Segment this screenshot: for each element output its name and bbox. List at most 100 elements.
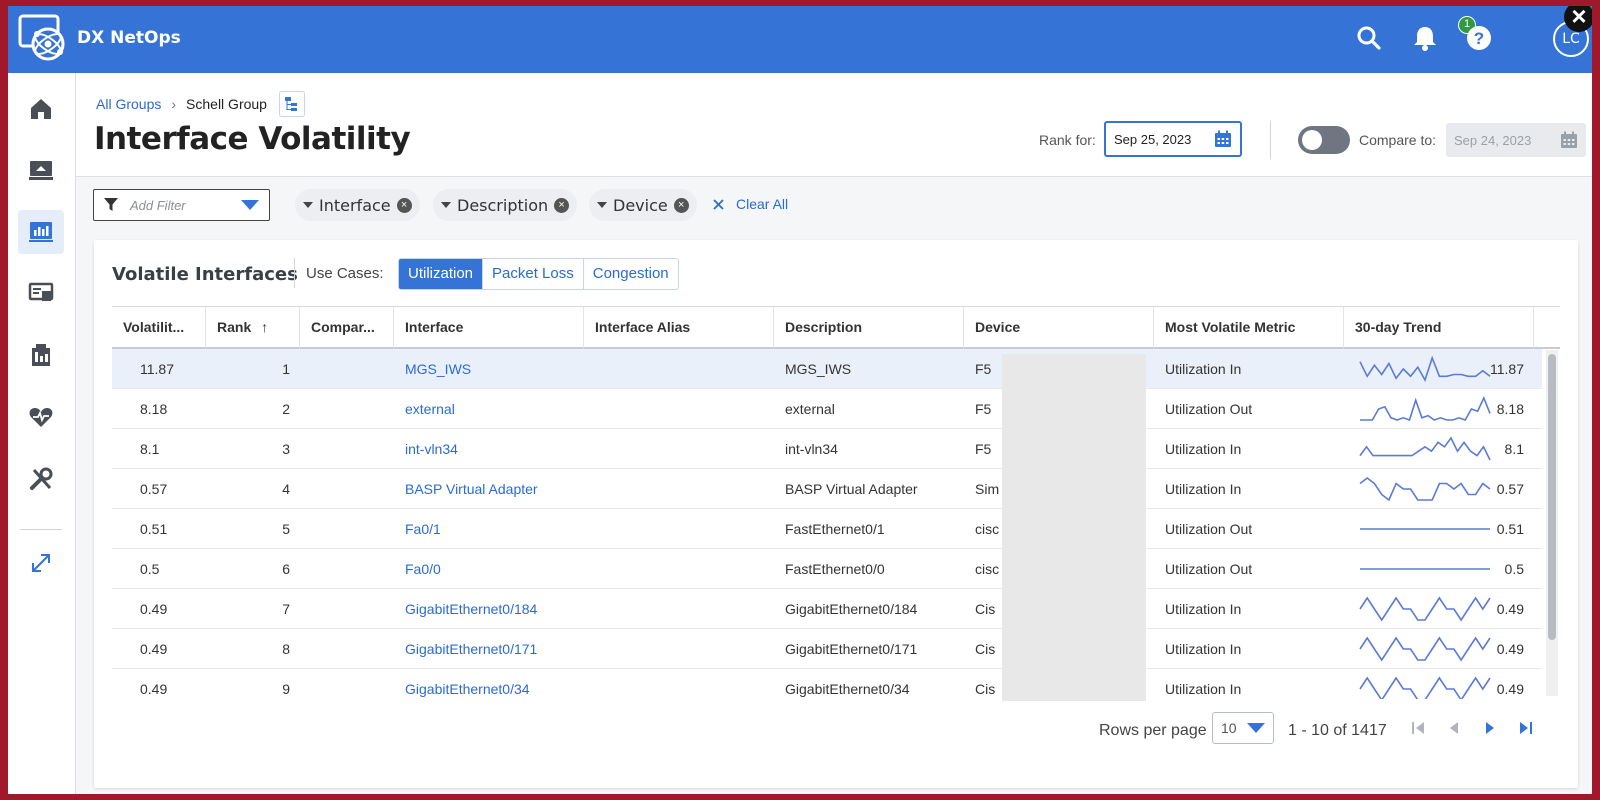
sidebar-item-monitor[interactable] bbox=[18, 149, 64, 193]
close-icon[interactable]: × bbox=[1564, 6, 1592, 32]
sparkline-path bbox=[1359, 676, 1491, 699]
column-header-description[interactable]: Description bbox=[774, 307, 964, 348]
use-case-utilization[interactable]: Utilization bbox=[399, 259, 483, 289]
trend-sparkline bbox=[1359, 596, 1491, 622]
cell-interface[interactable]: Fa0/1 bbox=[405, 509, 441, 549]
card-divider bbox=[294, 258, 295, 288]
clear-icon[interactable]: × bbox=[673, 197, 689, 213]
sidebar-item-dashboards[interactable] bbox=[18, 210, 64, 254]
help-icon[interactable]: ? bbox=[1464, 23, 1494, 53]
column-header-volatility[interactable]: Volatilit... bbox=[112, 307, 206, 348]
sidebar-item-reports[interactable] bbox=[18, 271, 64, 315]
page-title: Interface Volatility bbox=[94, 121, 411, 157]
sparkline-path bbox=[1359, 596, 1491, 622]
search-icon[interactable] bbox=[1354, 23, 1384, 53]
last-page-icon[interactable] bbox=[1516, 718, 1536, 738]
cell-interface[interactable]: external bbox=[405, 389, 455, 429]
trend-sparkline bbox=[1360, 568, 1490, 570]
prev-page-icon[interactable] bbox=[1444, 718, 1464, 738]
cell-description: MGS_IWS bbox=[785, 361, 852, 377]
column-header-rank[interactable]: Rank ↑ bbox=[206, 307, 300, 348]
column-header-trend[interactable]: 30-day Trend bbox=[1344, 307, 1534, 348]
rank-date-input[interactable]: Sep 25, 2023 bbox=[1104, 121, 1242, 157]
column-header-device[interactable]: Device bbox=[964, 307, 1154, 348]
cell-interface[interactable]: MGS_IWS bbox=[405, 349, 471, 389]
calendar-icon[interactable] bbox=[1214, 130, 1232, 148]
cell-volatility: 0.49 bbox=[140, 641, 168, 657]
bell-icon[interactable] bbox=[1410, 23, 1440, 53]
cell-interface[interactable]: BASP Virtual Adapter bbox=[405, 469, 538, 509]
cell-volatility: 0.5 bbox=[140, 561, 160, 577]
sidebar-item-health[interactable] bbox=[18, 395, 64, 439]
cell-description: GigabitEthernet0/34 bbox=[785, 681, 910, 697]
compare-date-input: Sep 24, 2023 bbox=[1446, 123, 1586, 157]
sparkline-path bbox=[1359, 436, 1491, 461]
clear-all-button[interactable]: Clear All bbox=[713, 196, 788, 212]
cell-metric: Utilization In bbox=[1165, 441, 1242, 457]
breadcrumb: All Groups › Schell Group bbox=[96, 91, 305, 117]
add-filter-placeholder: Add Filter bbox=[130, 197, 186, 213]
filter-chip-interface[interactable]: Interface × bbox=[295, 189, 420, 221]
cell-rank: 3 bbox=[282, 441, 290, 457]
calendar-icon bbox=[1561, 131, 1577, 148]
table-row[interactable]: 0.49 8 GigabitEthernet0/171 GigabitEthernet… bbox=[112, 629, 1542, 669]
breadcrumb-all-groups[interactable]: All Groups bbox=[96, 96, 161, 112]
redacted-device-area bbox=[1002, 354, 1146, 701]
table-row[interactable]: 0.49 7 GigabitEthernet0/184 GigabitEthernet… bbox=[112, 589, 1542, 629]
column-header-interface-alias[interactable]: Interface Alias bbox=[584, 307, 774, 348]
table-row[interactable]: 8.1 3 int-vln34 int-vln34 F5 Utilization In 8.… bbox=[112, 429, 1542, 469]
cell-volatility: 8.1 bbox=[140, 441, 160, 457]
table-row[interactable]: 11.87 1 MGS_IWS MGS_IWS F5 Utilization In 11.8… bbox=[112, 349, 1542, 389]
sidebar-item-home[interactable] bbox=[18, 87, 64, 131]
sidebar-item-tools[interactable] bbox=[18, 457, 64, 501]
clear-icon[interactable]: × bbox=[396, 197, 412, 213]
cell-volatility: 0.49 bbox=[140, 601, 168, 617]
column-header-compare[interactable]: Compar... bbox=[300, 307, 394, 348]
use-case-packet-loss[interactable]: Packet Loss bbox=[482, 259, 583, 289]
filter-chip-description[interactable]: Description × bbox=[433, 189, 578, 221]
cell-interface[interactable]: GigabitEthernet0/171 bbox=[405, 629, 537, 669]
scrollbar-thumb[interactable] bbox=[1548, 354, 1556, 640]
cell-device: Cis bbox=[975, 641, 996, 657]
pagination: Rows per page 10 1 - 10 of 1417 bbox=[94, 712, 1578, 752]
cell-device: cisc bbox=[975, 561, 1000, 577]
rank-date-value: Sep 25, 2023 bbox=[1114, 131, 1192, 147]
app-name: DX NetOps bbox=[77, 28, 181, 48]
table-scrollbar[interactable] bbox=[1546, 350, 1558, 696]
health-icon bbox=[29, 408, 53, 427]
cell-device: Sim bbox=[975, 481, 1000, 497]
chevron-down-icon bbox=[303, 202, 313, 208]
cell-interface[interactable]: Fa0/0 bbox=[405, 549, 441, 589]
table-row[interactable]: 8.18 2 external external F5 Utilization Out 8.… bbox=[112, 389, 1542, 429]
table-row[interactable]: 0.5 6 Fa0/0 FastEthernet0/0 cisc Utilization … bbox=[112, 549, 1542, 589]
trend-sparkline bbox=[1359, 476, 1491, 502]
chevron-down-icon bbox=[597, 202, 607, 208]
cell-description: GigabitEthernet0/184 bbox=[785, 601, 918, 617]
table-row[interactable]: 0.57 4 BASP Virtual Adapter BASP Virtual Ad… bbox=[112, 469, 1542, 509]
rows-per-page-select[interactable]: 10 bbox=[1212, 712, 1274, 744]
add-filter-dropdown[interactable]: Add Filter bbox=[93, 189, 270, 221]
cell-interface[interactable]: GigabitEthernet0/184 bbox=[405, 589, 537, 629]
compare-date-value: Sep 24, 2023 bbox=[1454, 132, 1532, 148]
sparkline-path bbox=[1359, 636, 1491, 662]
cell-device: F5 bbox=[975, 401, 992, 417]
trend-sparkline bbox=[1359, 355, 1491, 382]
sidebar-item-inventory[interactable] bbox=[18, 333, 64, 377]
column-header-interface[interactable]: Interface bbox=[394, 307, 584, 348]
clear-icon[interactable]: × bbox=[554, 197, 570, 213]
cell-rank: 2 bbox=[282, 401, 290, 417]
sidebar-item-expand[interactable] bbox=[18, 541, 64, 585]
first-page-icon[interactable] bbox=[1408, 718, 1428, 738]
compare-toggle[interactable] bbox=[1298, 126, 1350, 154]
filter-chip-device[interactable]: Device × bbox=[589, 189, 697, 221]
cell-interface[interactable]: GigabitEthernet0/34 bbox=[405, 669, 530, 699]
table-row[interactable]: 0.49 9 GigabitEthernet0/34 GigabitEthernet0… bbox=[112, 669, 1542, 699]
next-page-icon[interactable] bbox=[1480, 718, 1500, 738]
hierarchy-button[interactable] bbox=[278, 91, 305, 117]
table-header: Volatilit... Rank ↑ Compar... Interface … bbox=[112, 306, 1560, 349]
cell-interface[interactable]: int-vln34 bbox=[405, 429, 458, 469]
table-row[interactable]: 0.51 5 Fa0/1 FastEthernet0/1 cisc Utilization… bbox=[112, 509, 1542, 549]
dashboard-icon bbox=[29, 222, 53, 242]
use-case-congestion[interactable]: Congestion bbox=[582, 259, 678, 289]
column-header-metric[interactable]: Most Volatile Metric bbox=[1154, 307, 1344, 348]
